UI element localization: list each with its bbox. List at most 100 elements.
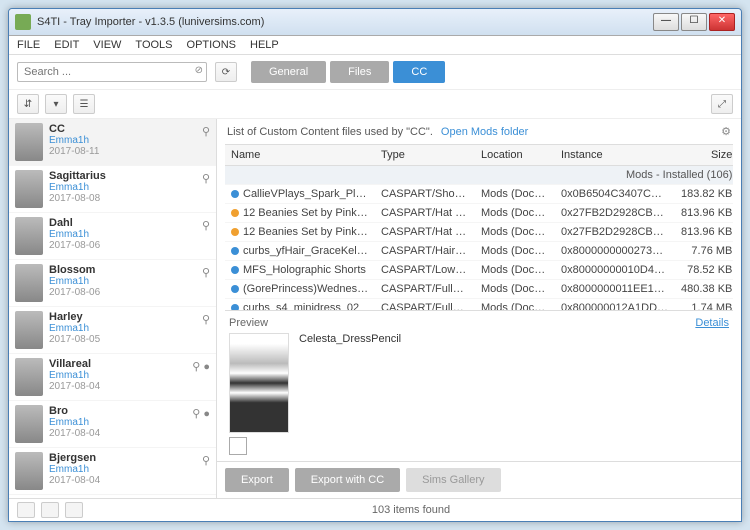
sidebar-item-title: Dahl <box>49 217 210 229</box>
sidebar-item-title: CC <box>49 123 210 135</box>
sidebar-item[interactable]: Villareal Emma1h 2017-08-04 ⚲ ● <box>9 354 216 401</box>
refresh-icon[interactable]: ⟳ <box>215 62 237 82</box>
table-row[interactable]: curbs_s4_minidress_02 CASPART/FullBody..… <box>225 299 733 311</box>
close-button[interactable]: ✕ <box>709 13 735 31</box>
sidebar-item[interactable]: CC Emma1h 2017-08-11 ⚲ <box>9 119 216 166</box>
sidebar-item-date: 2017-08-08 <box>49 193 210 204</box>
status-count: 103 items found <box>89 504 733 516</box>
main-panel: List of Custom Content files used by "CC… <box>217 119 741 498</box>
status-dot-icon <box>231 228 239 236</box>
avatar <box>15 311 43 349</box>
titlebar[interactable]: S4TI - Tray Importer - v1.3.5 (luniversi… <box>9 9 741 36</box>
sidebar-item-title: Sagittarius <box>49 170 210 182</box>
col-size[interactable]: Size <box>675 145 733 166</box>
avatar <box>15 170 43 208</box>
sidebar-item-date: 2017-08-04 <box>49 428 210 439</box>
menu-file[interactable]: FILE <box>17 39 40 51</box>
group-header[interactable]: Mods - Installed (106) <box>225 166 733 185</box>
color-swatch[interactable] <box>229 437 247 455</box>
sidebar-item-title: Harley <box>49 311 210 323</box>
menu-edit[interactable]: EDIT <box>54 39 79 51</box>
sidebar-item-user: Emma1h <box>49 276 210 287</box>
export-button[interactable]: Export <box>225 468 289 492</box>
preview-label: Preview <box>229 317 268 329</box>
search-input[interactable] <box>17 62 207 82</box>
search-clear-icon[interactable]: ⊘ <box>195 65 203 76</box>
col-name[interactable]: Name <box>225 145 375 166</box>
cc-table[interactable]: Name Type Location Instance Size Mods - … <box>225 144 733 310</box>
sidebar-item-user: Emma1h <box>49 135 210 146</box>
col-type[interactable]: Type <box>375 145 475 166</box>
menubar: FILE EDIT VIEW TOOLS OPTIONS HELP <box>9 36 741 55</box>
table-row[interactable]: 12 Beanies Set by Pinkzombie CASPART/Hat… <box>225 223 733 242</box>
sidebar-item-title: Blossom <box>49 264 210 276</box>
app-icon <box>15 14 31 30</box>
preview-item-name: Celesta_DressPencil <box>299 333 401 455</box>
tab-cc[interactable]: CC <box>393 61 445 83</box>
tab-general[interactable]: General <box>251 61 326 83</box>
avatar <box>15 217 43 255</box>
sims-gallery-button[interactable]: Sims Gallery <box>406 468 500 492</box>
view-icon[interactable]: ☰ <box>73 94 95 114</box>
export-with-cc-button[interactable]: Export with CC <box>295 468 400 492</box>
avatar <box>15 358 43 396</box>
sidebar-item-user: Emma1h <box>49 182 210 193</box>
tab-files[interactable]: Files <box>330 61 389 83</box>
sort-az-icon[interactable]: ⇵ <box>17 94 39 114</box>
sidebar-item-date: 2017-08-04 <box>49 475 210 486</box>
sidebar-item-date: 2017-08-06 <box>49 287 210 298</box>
menu-view[interactable]: VIEW <box>93 39 121 51</box>
open-mods-folder-link[interactable]: Open Mods folder <box>441 126 528 138</box>
table-row[interactable]: CallieVPlays_Spark_Platform_b... CASPART… <box>225 185 733 204</box>
details-link[interactable]: Details <box>695 317 729 329</box>
sidebar-item-user: Emma1h <box>49 370 210 381</box>
minimize-button[interactable]: — <box>653 13 679 31</box>
sidebar-item[interactable]: Dahl Emma1h 2017-08-06 ⚲ <box>9 213 216 260</box>
menu-options[interactable]: OPTIONS <box>187 39 237 51</box>
col-instance[interactable]: Instance <box>555 145 675 166</box>
list-description: List of Custom Content files used by "CC… <box>227 126 433 138</box>
sidebar-item[interactable]: Harley Emma1h 2017-08-05 ⚲ <box>9 307 216 354</box>
gear-icon[interactable]: ⚙ <box>721 125 731 138</box>
sidebar-item[interactable]: Bjergsen Emma1h 2017-08-04 ⚲ <box>9 448 216 495</box>
table-row[interactable]: 12 Beanies Set by Pinkzombie (1) CASPART… <box>225 204 733 223</box>
avatar <box>15 405 43 443</box>
sidebar-item-flags: ⚲ <box>202 454 210 467</box>
sidebar-item-date: 2017-08-04 <box>49 381 210 392</box>
sidebar-item-title: Villareal <box>49 358 210 370</box>
col-location[interactable]: Location <box>475 145 555 166</box>
status-dot-icon <box>231 190 239 198</box>
status-dot-icon <box>231 266 239 274</box>
sidebar-item-flags: ⚲ <box>202 313 210 326</box>
filter-icon[interactable]: ▾ <box>45 94 67 114</box>
status-icon-2[interactable] <box>41 502 59 518</box>
status-icon-3[interactable] <box>65 502 83 518</box>
maximize-button[interactable]: ☐ <box>681 13 707 31</box>
sidebar-item-flags: ⚲ <box>202 172 210 185</box>
sidebar-item[interactable]: Blossom Emma1h 2017-08-06 ⚲ <box>9 260 216 307</box>
status-icon-1[interactable] <box>17 502 35 518</box>
table-row[interactable]: curbs_yfHair_GraceKelly01 CASPART/Hair (… <box>225 242 733 261</box>
sidebar-item-flags: ⚲ ● <box>192 360 210 373</box>
sidebar-item[interactable]: Sagittarius Emma1h 2017-08-08 ⚲ <box>9 166 216 213</box>
expand-icon[interactable]: ⤢ <box>711 94 733 114</box>
status-dot-icon <box>231 209 239 217</box>
status-dot-icon <box>231 247 239 255</box>
sort-toolbar: ⇵ ▾ ☰ ⤢ <box>9 90 741 119</box>
avatar <box>15 452 43 490</box>
menu-tools[interactable]: TOOLS <box>135 39 172 51</box>
window-title: S4TI - Tray Importer - v1.3.5 (luniversi… <box>37 16 653 28</box>
menu-help[interactable]: HELP <box>250 39 279 51</box>
sidebar-item-user: Emma1h <box>49 323 210 334</box>
sidebar-item-title: Bro <box>49 405 210 417</box>
sidebar-item[interactable]: Bro Emma1h 2017-08-04 ⚲ ● <box>9 401 216 448</box>
sidebar-item[interactable]: Villareal <box>9 495 216 498</box>
app-window: S4TI - Tray Importer - v1.3.5 (luniversi… <box>8 8 742 522</box>
sidebar-item-title: Bjergsen <box>49 452 210 464</box>
table-row[interactable]: MFS_Holographic Shorts CASPART/LowerBo..… <box>225 261 733 280</box>
sidebar-item-date: 2017-08-11 <box>49 146 210 157</box>
table-row[interactable]: (GorePrincess)WednesdayDress CASPART/Ful… <box>225 280 733 299</box>
sidebar-item-flags: ⚲ <box>202 219 210 232</box>
avatar <box>15 123 43 161</box>
preview-thumbnail[interactable] <box>229 333 289 433</box>
